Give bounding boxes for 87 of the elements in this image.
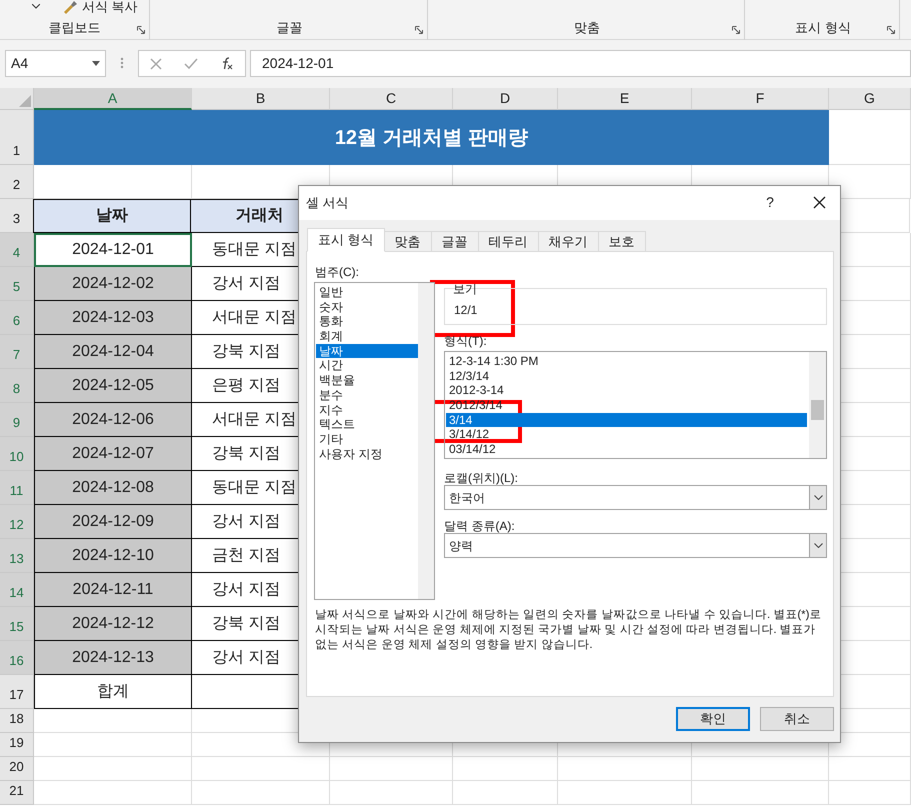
- ribbon-group-label: 맞춤: [573, 18, 601, 36]
- table-cell: 2024-12-03: [34, 301, 192, 335]
- row-header[interactable]: 7: [0, 335, 34, 369]
- tab[interactable]: 보호: [598, 231, 646, 252]
- dialog-launcher-icon[interactable]: [137, 26, 145, 34]
- table-cell: 2024-12-08: [34, 471, 192, 505]
- format-label: 형식(T):: [444, 333, 487, 350]
- row-header[interactable]: 8: [0, 369, 34, 403]
- table-cell: 2024-12-06: [34, 403, 192, 437]
- table-cell: 합계: [34, 675, 192, 709]
- scrollbar[interactable]: [809, 352, 826, 458]
- format-item[interactable]: 2012-3-14: [446, 383, 807, 398]
- calendar-label: 달력 종류(A):: [444, 518, 515, 535]
- row-header[interactable]: 11: [0, 471, 34, 505]
- dialog-launcher-icon[interactable]: [732, 26, 740, 34]
- row-header[interactable]: 12: [0, 505, 34, 539]
- locale-label: 로캘(위치)(L):: [444, 470, 518, 487]
- chevron-down-icon[interactable]: [32, 4, 40, 9]
- category-item[interactable]: 날짜: [316, 344, 418, 358]
- ribbon-group-label: 클립보드: [48, 18, 102, 36]
- format-item[interactable]: 03/14/12: [446, 442, 807, 457]
- table-cell: 2024-12-02: [34, 267, 192, 301]
- table-cell: 2024-12-07: [34, 437, 192, 471]
- row-header[interactable]: 13: [0, 539, 34, 573]
- row-header[interactable]: 1: [0, 110, 34, 165]
- row-header[interactable]: 14: [0, 573, 34, 607]
- format-painter-label[interactable]: 서식 복사: [82, 0, 138, 16]
- table-cell: 2024-12-12: [34, 607, 192, 641]
- column-header[interactable]: A: [34, 88, 192, 110]
- ribbon-group-label: 표시 형식: [794, 18, 852, 36]
- format-item[interactable]: 12/3/14: [446, 368, 807, 384]
- row-header[interactable]: 9: [0, 403, 34, 437]
- row-header[interactable]: 20: [0, 757, 34, 781]
- row-header[interactable]: 6: [0, 301, 34, 335]
- row-header[interactable]: 2: [0, 165, 34, 199]
- column-header[interactable]: C: [330, 88, 453, 110]
- row-header[interactable]: 16: [0, 641, 34, 675]
- chevron-down-icon: [814, 543, 822, 548]
- dialog-launcher-icon[interactable]: [887, 26, 895, 34]
- column-header[interactable]: D: [453, 88, 558, 110]
- column-header[interactable]: E: [558, 88, 692, 110]
- dialog-button[interactable]: 취소: [760, 707, 834, 731]
- table-cell: 2024-12-10: [34, 539, 192, 573]
- close-icon[interactable]: [813, 196, 826, 209]
- scrollbar-thumb[interactable]: [811, 400, 824, 420]
- table-cell: 2024-12-04: [34, 335, 192, 369]
- chevron-down-icon: [814, 495, 822, 500]
- sheet-title: 12월 거래처별 판매량: [34, 110, 829, 165]
- row-header[interactable]: 18: [0, 709, 34, 733]
- help-button[interactable]: ?: [760, 192, 780, 213]
- calendar-dropdown[interactable]: 양력: [444, 533, 827, 558]
- more-icon: [120, 57, 124, 69]
- column-header[interactable]: B: [192, 88, 330, 110]
- row-header[interactable]: 4: [0, 233, 34, 267]
- table-cell: 2024-12-05: [34, 369, 192, 403]
- format-item[interactable]: 3/14: [446, 412, 807, 428]
- table-cell: 2024-12-11: [34, 573, 192, 607]
- tab[interactable]: 표시 형식: [307, 228, 385, 252]
- name-box[interactable]: A4: [5, 50, 106, 77]
- formula-input[interactable]: 2024-12-01: [250, 50, 911, 77]
- column-header[interactable]: F: [692, 88, 829, 110]
- locale-dropdown[interactable]: 한국어: [444, 485, 827, 510]
- row-header[interactable]: 21: [0, 781, 34, 805]
- preview-value: 12/1: [454, 302, 478, 319]
- table-cell: 2024-12-09: [34, 505, 192, 539]
- ribbon-group-label: 글꼴: [276, 18, 304, 36]
- dialog-button[interactable]: 확인: [676, 707, 750, 731]
- dropdown-icon: [92, 61, 100, 66]
- format-item[interactable]: 12-3-14 1:30 PM: [446, 354, 807, 369]
- row-header[interactable]: 10: [0, 437, 34, 471]
- brush-icon[interactable]: [62, 0, 78, 14]
- row-header[interactable]: 3: [0, 199, 34, 233]
- column-header[interactable]: G: [829, 88, 911, 110]
- row-header[interactable]: 5: [0, 267, 34, 301]
- check-icon[interactable]: [184, 58, 198, 70]
- row-header[interactable]: 17: [0, 675, 34, 709]
- preview-label: 보기: [452, 281, 478, 298]
- dialog-launcher-icon[interactable]: [415, 26, 423, 34]
- row-header[interactable]: 19: [0, 733, 34, 757]
- format-item[interactable]: 3/14/12: [446, 427, 807, 442]
- row-header[interactable]: 15: [0, 607, 34, 641]
- table-cell: 2024-12-01: [34, 233, 192, 267]
- function-icon[interactable]: [220, 57, 234, 70]
- header-cell: 날짜: [33, 199, 191, 233]
- category-list[interactable]: 일반 숫자 통화 회계 날짜 시간 백분율 분수 지수 텍스트 기타 사용자 지정: [314, 282, 435, 600]
- table-cell: 2024-12-13: [34, 641, 192, 675]
- scrollbar[interactable]: [418, 283, 434, 599]
